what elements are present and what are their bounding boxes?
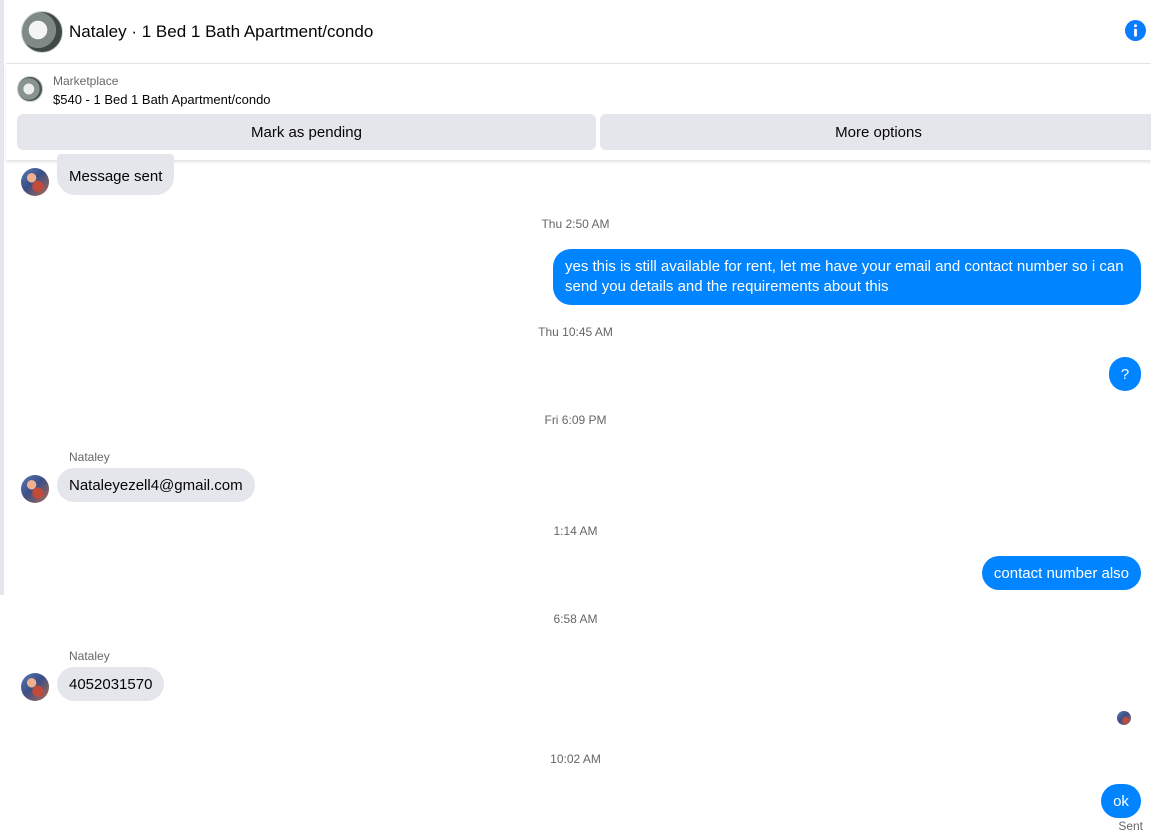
contact-avatar[interactable]	[21, 168, 49, 196]
sender-name: Nataley	[69, 450, 110, 464]
sender-name: Nataley	[69, 649, 110, 663]
incoming-message[interactable]: Nataleyezell4@gmail.com	[57, 468, 255, 502]
mark-as-pending-button[interactable]: Mark as pending	[17, 114, 596, 150]
conversation-title[interactable]: Nataley · 1 Bed 1 Bath Apartment/condo	[69, 22, 373, 42]
more-options-button[interactable]: More options	[600, 114, 1151, 150]
conversation-avatar[interactable]	[21, 11, 63, 53]
timestamp: 10:02 AM	[550, 752, 601, 766]
timestamp: Thu 10:45 AM	[538, 325, 613, 339]
listing-label: Marketplace	[53, 74, 119, 88]
timestamp: 1:14 AM	[553, 524, 598, 538]
outgoing-message[interactable]: yes this is still available for rent, le…	[553, 249, 1141, 305]
marketplace-listing-banner: Marketplace $540 - 1 Bed 1 Bath Apartmen…	[6, 64, 1151, 160]
message-status: Sent	[1118, 819, 1143, 833]
left-panel-edge	[0, 0, 4, 595]
timestamp: Thu 2:50 AM	[541, 217, 610, 231]
outgoing-message[interactable]: ok	[1101, 784, 1141, 818]
incoming-message[interactable]: Message sent	[57, 154, 175, 195]
incoming-message[interactable]: 4052031570	[57, 667, 165, 701]
contact-avatar[interactable]	[21, 673, 49, 701]
info-icon[interactable]	[1125, 20, 1146, 41]
timestamp: Fri 6:09 PM	[544, 413, 607, 427]
listing-title[interactable]: $540 - 1 Bed 1 Bath Apartment/condo	[53, 92, 271, 107]
listing-thumbnail[interactable]	[17, 76, 43, 102]
outgoing-message[interactable]: ?	[1109, 357, 1141, 391]
read-receipt-avatar	[1117, 711, 1131, 725]
contact-avatar[interactable]	[21, 475, 49, 503]
conversation-header: Nataley · 1 Bed 1 Bath Apartment/condo	[6, 0, 1151, 64]
outgoing-message[interactable]: contact number also	[981, 556, 1141, 590]
timestamp: 6:58 AM	[553, 612, 598, 626]
